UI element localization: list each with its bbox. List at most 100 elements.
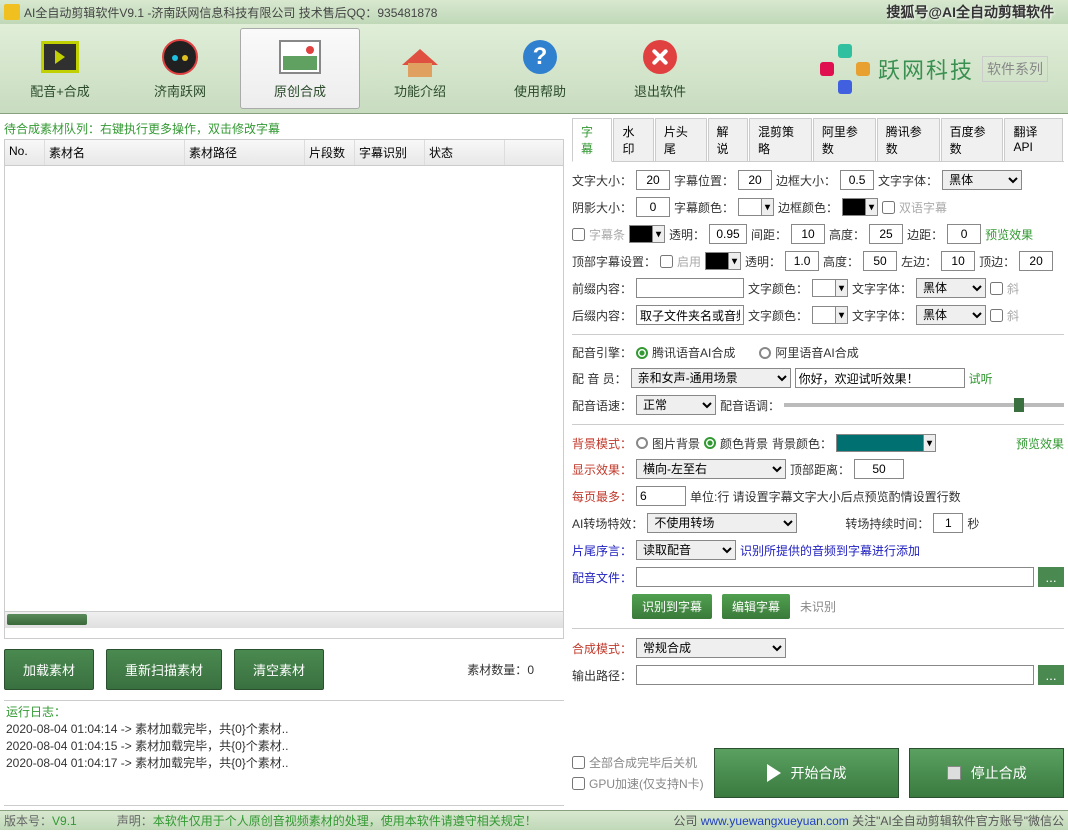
shadow-input[interactable]	[636, 197, 670, 217]
col-path[interactable]: 素材路径	[185, 140, 305, 165]
tab-mix-strategy[interactable]: 混剪策略	[749, 118, 812, 161]
browse-output-button[interactable]: ...	[1038, 665, 1064, 685]
prefix-italic-checkbox[interactable]	[990, 282, 1003, 295]
transition-select[interactable]: 不使用转场	[647, 513, 797, 533]
stop-icon	[947, 766, 961, 780]
margin-input[interactable]	[947, 224, 981, 244]
top-color-picker[interactable]: ▾	[705, 252, 741, 270]
position-input[interactable]	[738, 170, 772, 190]
top-height-input[interactable]	[863, 251, 897, 271]
engine-ali-label[interactable]: 阿里语音AI合成	[775, 344, 858, 361]
speed-select[interactable]: 正常	[636, 395, 716, 415]
subtitle-bar-checkbox[interactable]	[572, 228, 585, 241]
try-voice-link[interactable]: 试听	[969, 370, 993, 387]
top-enable-checkbox[interactable]	[660, 255, 673, 268]
shutdown-option[interactable]: 全部合成完毕后关机	[572, 754, 704, 771]
suffix-italic-checkbox[interactable]	[990, 309, 1003, 322]
tool-features[interactable]: 功能介绍	[360, 28, 480, 109]
horizontal-scrollbar[interactable]	[5, 611, 563, 628]
voice-select[interactable]: 亲和女声-通用场景	[631, 368, 791, 388]
border-input[interactable]	[840, 170, 874, 190]
engine-ali-radio[interactable]	[759, 347, 771, 359]
tab-ali-params[interactable]: 阿里参数	[813, 118, 876, 161]
compose-mode-select[interactable]: 常规合成	[636, 638, 786, 658]
top-subtitle-label: 顶部字幕设置：	[572, 253, 656, 270]
suffix-color-picker[interactable]: ▾	[812, 306, 848, 324]
gpu-option[interactable]: GPU加速(仅支持N卡)	[572, 775, 704, 792]
duration-input[interactable]	[933, 513, 963, 533]
bg-image-label[interactable]: 图片背景	[652, 435, 700, 452]
tab-subtitle[interactable]: 字幕	[572, 118, 612, 162]
tab-translate-api[interactable]: 翻译API	[1004, 118, 1063, 161]
left-input[interactable]	[941, 251, 975, 271]
clear-material-button[interactable]: 清空素材	[234, 649, 324, 690]
tool-jinan-yuewang[interactable]: 济南跃网	[120, 28, 240, 109]
suffix-color-label: 文字颜色：	[748, 307, 808, 324]
tool-original-compose[interactable]: 原创合成	[240, 28, 360, 109]
edit-subtitle-button[interactable]: 编辑字幕	[722, 594, 790, 619]
tab-head-tail[interactable]: 片头尾	[655, 118, 707, 161]
engine-tencent-label[interactable]: 腾讯语音AI合成	[652, 344, 735, 361]
output-path-input[interactable]	[636, 665, 1034, 685]
bg-color-picker[interactable]: ▾	[836, 434, 936, 452]
subtitle-color-picker[interactable]: ▾	[738, 198, 774, 216]
prefix-color-picker[interactable]: ▾	[812, 279, 848, 297]
font-select[interactable]: 黑体	[942, 170, 1022, 190]
prefix-font-select[interactable]: 黑体	[916, 278, 986, 298]
tab-narration[interactable]: 解说	[708, 118, 748, 161]
window-title: AI全自动剪辑软件V9.1 -济南跃网信息科技有限公司 技术售后QQ：93548…	[24, 4, 437, 21]
bilingual-checkbox[interactable]	[882, 201, 895, 214]
prefix-input[interactable]	[636, 278, 744, 298]
load-material-button[interactable]: 加载素材	[4, 649, 94, 690]
play-icon	[36, 37, 84, 77]
font-size-input[interactable]	[636, 170, 670, 190]
tab-tencent-params[interactable]: 腾讯参数	[877, 118, 940, 161]
preview-link[interactable]: 预览效果	[985, 226, 1033, 243]
tool-dub-compose[interactable]: 配音+合成	[0, 28, 120, 109]
engine-tencent-radio[interactable]	[636, 347, 648, 359]
suffix-font-select[interactable]: 黑体	[916, 305, 986, 325]
height-input[interactable]	[869, 224, 903, 244]
spacing-input[interactable]	[791, 224, 825, 244]
margin-label: 边距：	[907, 226, 943, 243]
clip-select[interactable]: 读取配音	[636, 540, 736, 560]
bg-color-radio[interactable]	[704, 437, 716, 449]
bg-preview-link[interactable]: 预览效果	[1016, 435, 1064, 452]
material-queue-table[interactable]: No. 素材名 素材路径 片段数 字幕识别 状态	[4, 139, 564, 639]
rescan-material-button[interactable]: 重新扫描素材	[106, 649, 222, 690]
browse-audio-button[interactable]: ...	[1038, 567, 1064, 587]
tab-watermark[interactable]: 水印	[613, 118, 653, 161]
queue-body[interactable]	[5, 166, 563, 611]
top-dist-input[interactable]	[854, 459, 904, 479]
col-status[interactable]: 状态	[425, 140, 505, 165]
topm-input[interactable]	[1019, 251, 1053, 271]
top-opacity-input[interactable]	[785, 251, 819, 271]
col-name[interactable]: 素材名	[45, 140, 185, 165]
bg-image-radio[interactable]	[636, 437, 648, 449]
tone-slider[interactable]	[784, 403, 1064, 407]
bar-color-picker[interactable]: ▾	[629, 225, 665, 243]
gpu-checkbox[interactable]	[572, 777, 585, 790]
bg-color-label[interactable]: 颜色背景	[720, 435, 768, 452]
logo-circle-icon	[156, 37, 204, 77]
tool-exit[interactable]: 退出软件	[600, 28, 720, 109]
start-compose-button[interactable]: 开始合成	[714, 748, 900, 798]
col-recognition[interactable]: 字幕识别	[355, 140, 425, 165]
border-color-picker[interactable]: ▾	[842, 198, 878, 216]
opacity-input[interactable]	[709, 224, 747, 244]
stop-compose-button[interactable]: 停止合成	[909, 748, 1064, 798]
company-url[interactable]: www.yuewangxueyuan.com	[701, 814, 849, 828]
display-select[interactable]: 横向-左至右	[636, 459, 786, 479]
tab-baidu-params[interactable]: 百度参数	[941, 118, 1004, 161]
shutdown-checkbox[interactable]	[572, 756, 585, 769]
col-no[interactable]: No.	[5, 140, 45, 165]
recognize-subtitle-button[interactable]: 识别到字幕	[632, 594, 712, 619]
version-value: V9.1	[52, 814, 77, 828]
audio-file-input[interactable]	[636, 567, 1034, 587]
suffix-input[interactable]	[636, 305, 744, 325]
tool-help[interactable]: ? 使用帮助	[480, 28, 600, 109]
col-segments[interactable]: 片段数	[305, 140, 355, 165]
voice-sample-input[interactable]	[795, 368, 965, 388]
maxline-input[interactable]	[636, 486, 686, 506]
top-opacity-label: 透明：	[745, 253, 781, 270]
